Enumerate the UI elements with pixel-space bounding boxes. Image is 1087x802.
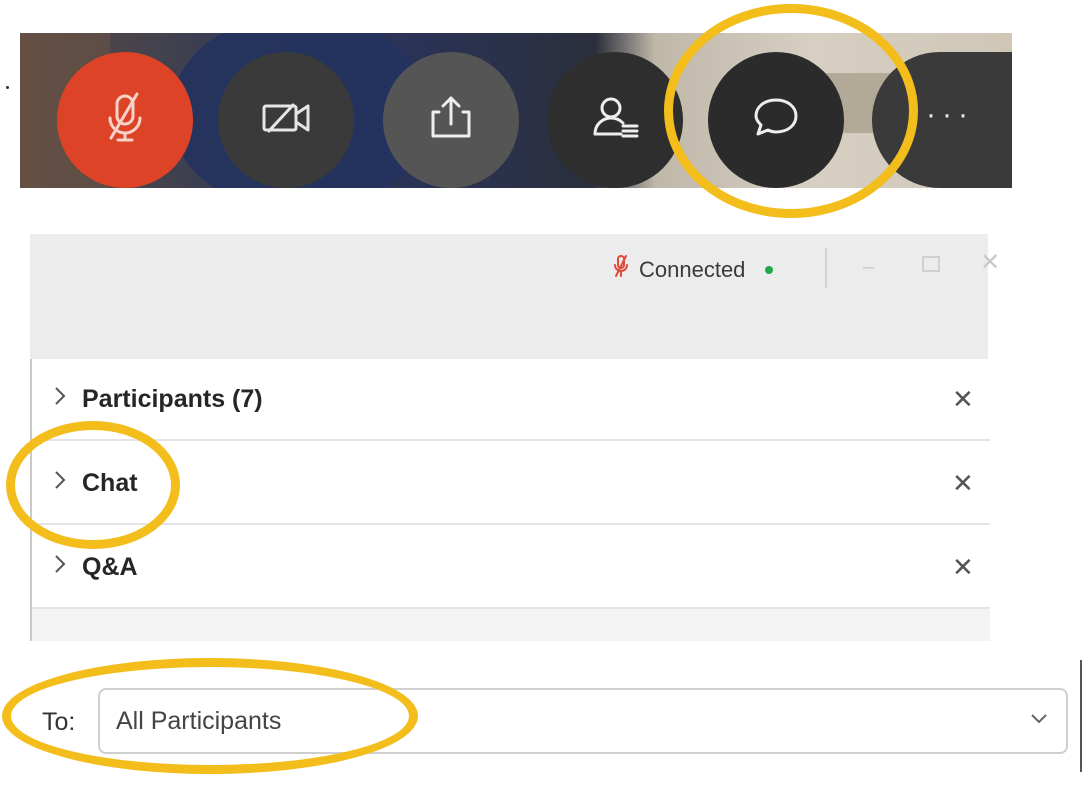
edge-divider xyxy=(1080,660,1082,772)
chevron-right-icon xyxy=(54,386,68,412)
chat-recipient-area: To: All Participants xyxy=(0,660,1087,802)
connection-status: Connected xyxy=(613,254,774,286)
minimize-button[interactable]: – xyxy=(863,256,874,279)
microphone-muted-icon xyxy=(93,86,157,155)
section-qa-label: Q&A xyxy=(82,552,138,581)
header-divider xyxy=(825,248,827,288)
section-chat[interactable]: Chat ✕ xyxy=(32,443,990,525)
close-chat-button[interactable]: ✕ xyxy=(952,468,974,499)
recipient-select[interactable]: All Participants xyxy=(98,688,1068,754)
close-participants-button[interactable]: ✕ xyxy=(952,384,974,415)
more-options-button[interactable]: ··· xyxy=(872,52,1012,188)
participants-icon xyxy=(583,86,647,155)
recipient-select-value: All Participants xyxy=(116,706,282,735)
video-toggle-button[interactable] xyxy=(218,52,354,188)
share-screen-icon xyxy=(419,86,483,155)
panel-footer xyxy=(32,609,990,641)
mute-button[interactable] xyxy=(57,52,193,188)
share-button[interactable] xyxy=(383,52,519,188)
camera-off-icon xyxy=(254,86,318,155)
chevron-right-icon xyxy=(54,470,68,496)
window-close-button[interactable]: ✕ xyxy=(980,248,1000,277)
chat-button[interactable] xyxy=(708,52,844,188)
connection-status-text: Connected xyxy=(639,257,746,282)
section-qa[interactable]: Q&A ✕ xyxy=(32,527,990,609)
panel-header: Connected – ✕ xyxy=(30,234,1000,359)
more-options-icon: ··· xyxy=(926,98,974,131)
section-participants[interactable]: Participants (7) ✕ xyxy=(32,359,990,441)
section-chat-label: Chat xyxy=(82,468,138,497)
connected-indicator-icon xyxy=(765,266,774,274)
chevron-down-icon xyxy=(1030,712,1048,730)
section-participants-label: Participants (7) xyxy=(82,384,263,413)
stray-mark xyxy=(6,86,9,89)
close-qa-button[interactable]: ✕ xyxy=(952,552,974,583)
participants-button[interactable] xyxy=(547,52,683,188)
microphone-muted-icon xyxy=(613,254,629,286)
recipient-label: To: xyxy=(42,708,76,736)
panel-sections: Participants (7) ✕ Chat ✕ Q&A ✕ xyxy=(30,359,990,641)
restore-button[interactable] xyxy=(922,256,940,272)
chevron-right-icon xyxy=(54,554,68,580)
chat-bubble-icon xyxy=(744,86,808,155)
